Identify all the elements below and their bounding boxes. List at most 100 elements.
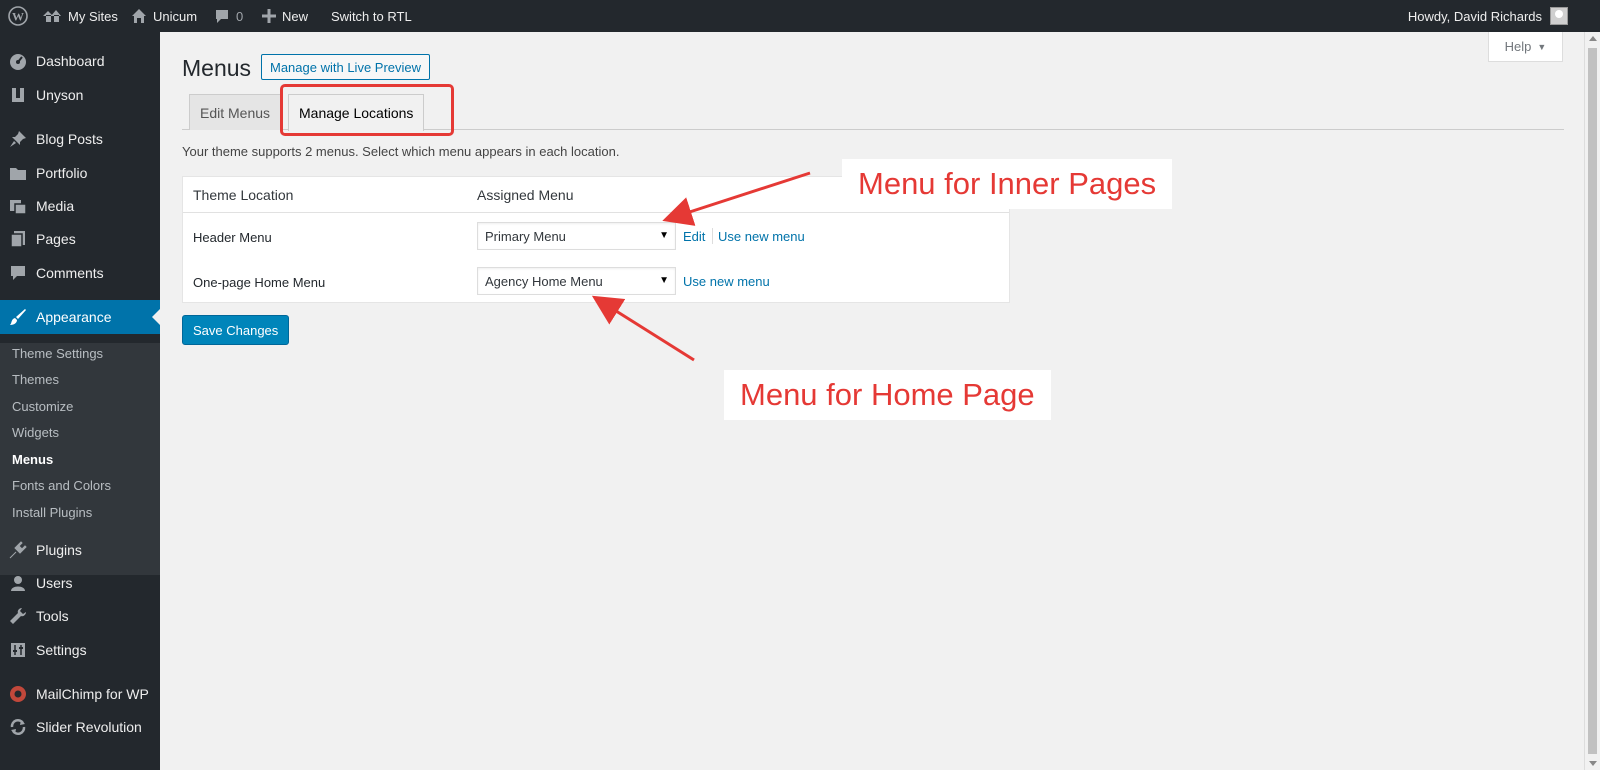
sidebar-item-dashboard[interactable]: Dashboard [0, 44, 160, 78]
refresh-icon [0, 718, 36, 736]
sidebar-item-users[interactable]: Users [0, 566, 160, 600]
help-button[interactable]: Help ▼ [1488, 32, 1563, 62]
page-title: Menus [182, 55, 252, 81]
link-separator [712, 228, 713, 244]
unyson-icon [0, 87, 36, 103]
sidebar-item-comments[interactable]: Comments [0, 256, 160, 290]
svg-text:W: W [12, 10, 24, 24]
callout-inner-pages: Menu for Inner Pages [842, 159, 1173, 209]
sidebar-label-comments: Comments [36, 265, 104, 281]
location-label-home-menu: One-page Home Menu [193, 275, 326, 290]
rtl-label: Switch to RTL [331, 8, 412, 24]
use-new-menu-link[interactable]: Use new menu [683, 274, 770, 289]
sliders-icon [0, 642, 36, 658]
comment-bubble-icon [214, 8, 230, 24]
submenu-fonts-colors[interactable]: Fonts and Colors [12, 478, 111, 493]
howdy-label: Howdy, David Richards [1407, 8, 1542, 24]
dashboard-icon [0, 52, 36, 70]
sidebar-item-mailchimp[interactable]: MailChimp for WP [0, 677, 160, 711]
sidebar-label-mailchimp: MailChimp for WP [36, 686, 149, 702]
edit-menu-link[interactable]: Edit [683, 229, 705, 244]
locations-description: Your theme supports 2 menus. Select whic… [182, 144, 620, 159]
sidebar-item-appearance[interactable]: Appearance [0, 300, 160, 334]
switch-to-rtl-link[interactable]: Switch to RTL [331, 0, 412, 32]
use-new-menu-link[interactable]: Use new menu [718, 229, 805, 244]
caret-down-icon: ▼ [1537, 41, 1547, 52]
plug-icon [0, 541, 36, 559]
sidebar-label-slider-revolution: Slider Revolution [36, 719, 142, 735]
sidebar-label-blog-posts: Blog Posts [36, 131, 103, 147]
site-name-menu[interactable]: Unicum [131, 0, 197, 32]
submenu-menus[interactable]: Menus [12, 452, 53, 467]
sidebar-label-unyson: Unyson [36, 87, 84, 103]
tab-highlight-annotation [280, 84, 454, 136]
location-label-header-menu: Header Menu [193, 230, 272, 245]
sidebar-item-plugins[interactable]: Plugins [0, 533, 160, 567]
sidebar-label-settings: Settings [36, 642, 87, 658]
account-menu[interactable]: Howdy, David Richards [1408, 0, 1568, 32]
comments-count: 0 [236, 8, 244, 24]
sidebar-item-pages[interactable]: Pages [0, 222, 160, 256]
new-content-menu[interactable]: New [262, 0, 308, 32]
sidebar-label-plugins: Plugins [36, 542, 82, 558]
sidebar-item-blog-posts[interactable]: Blog Posts [0, 122, 160, 156]
header-menu-selected: Primary Menu [485, 228, 566, 244]
dropdown-arrow-icon: ▼ [659, 275, 669, 286]
pushpin-icon [0, 130, 36, 148]
column-header-assigned-menu: Assigned Menu [477, 187, 574, 203]
plus-icon [262, 9, 276, 23]
submenu-install-plugins[interactable]: Install Plugins [12, 505, 92, 520]
mailchimp-icon [0, 685, 36, 703]
scroll-down-arrow-icon[interactable] [1589, 761, 1597, 766]
table-header-divider [183, 212, 1009, 213]
sidebar-label-pages: Pages [36, 231, 76, 247]
media-icon [0, 197, 36, 215]
scroll-up-arrow-icon[interactable] [1589, 36, 1597, 41]
admin-sidebar: Dashboard Unyson Blog Posts Portfolio Me… [0, 32, 160, 770]
sidebar-item-unyson[interactable]: Unyson [0, 78, 160, 112]
tab-edit-menus[interactable]: Edit Menus [189, 94, 282, 130]
sidebar-label-portfolio: Portfolio [36, 165, 88, 181]
dropdown-arrow-icon: ▼ [659, 230, 669, 241]
header-menu-select[interactable]: Primary Menu ▼ [477, 222, 676, 250]
paintbrush-icon [0, 308, 36, 326]
sidebar-item-slider-revolution[interactable]: Slider Revolution [0, 710, 160, 744]
home-icon [131, 8, 147, 24]
comment-bubble-icon [0, 264, 36, 282]
sidebar-item-media[interactable]: Media [0, 189, 160, 223]
wrench-icon [0, 607, 36, 625]
user-icon [0, 575, 36, 591]
sidebar-label-media: Media [36, 198, 75, 214]
submenu-theme-settings[interactable]: Theme Settings [12, 346, 103, 361]
sidebar-label-dashboard: Dashboard [36, 53, 105, 69]
my-sites-label: My Sites [68, 8, 118, 24]
home-menu-selected: Agency Home Menu [485, 273, 603, 289]
sidebar-label-appearance: Appearance [36, 309, 112, 325]
sidebar-label-users: Users [36, 575, 73, 591]
page-scrollbar[interactable] [1584, 32, 1600, 770]
comments-menu[interactable]: 0 [214, 0, 243, 32]
home-menu-select[interactable]: Agency Home Menu ▼ [477, 267, 676, 295]
pages-icon [0, 230, 36, 248]
admin-bar: W My Sites Unicum 0 New Switch to RTL Ho… [0, 0, 1600, 32]
folder-icon [0, 165, 36, 181]
callout-home-page: Menu for Home Page [724, 370, 1051, 420]
my-sites-menu[interactable]: My Sites [42, 0, 118, 32]
help-label: Help [1504, 39, 1532, 54]
sidebar-item-tools[interactable]: Tools [0, 599, 160, 633]
manage-live-preview-button[interactable]: Manage with Live Preview [261, 54, 431, 80]
avatar [1550, 7, 1568, 25]
wordpress-logo-icon[interactable]: W [8, 0, 28, 32]
sidebar-item-settings[interactable]: Settings [0, 633, 160, 667]
submenu-themes[interactable]: Themes [12, 372, 59, 387]
column-header-theme-location: Theme Location [193, 187, 294, 203]
scroll-thumb[interactable] [1588, 48, 1597, 754]
sidebar-label-tools: Tools [36, 608, 69, 624]
save-changes-button[interactable]: Save Changes [182, 315, 290, 345]
new-label: New [282, 8, 309, 24]
submenu-widgets[interactable]: Widgets [12, 425, 59, 440]
site-name-label: Unicum [153, 8, 198, 24]
sidebar-item-portfolio[interactable]: Portfolio [0, 156, 160, 190]
my-sites-icon [42, 8, 62, 24]
submenu-customize[interactable]: Customize [12, 399, 73, 414]
